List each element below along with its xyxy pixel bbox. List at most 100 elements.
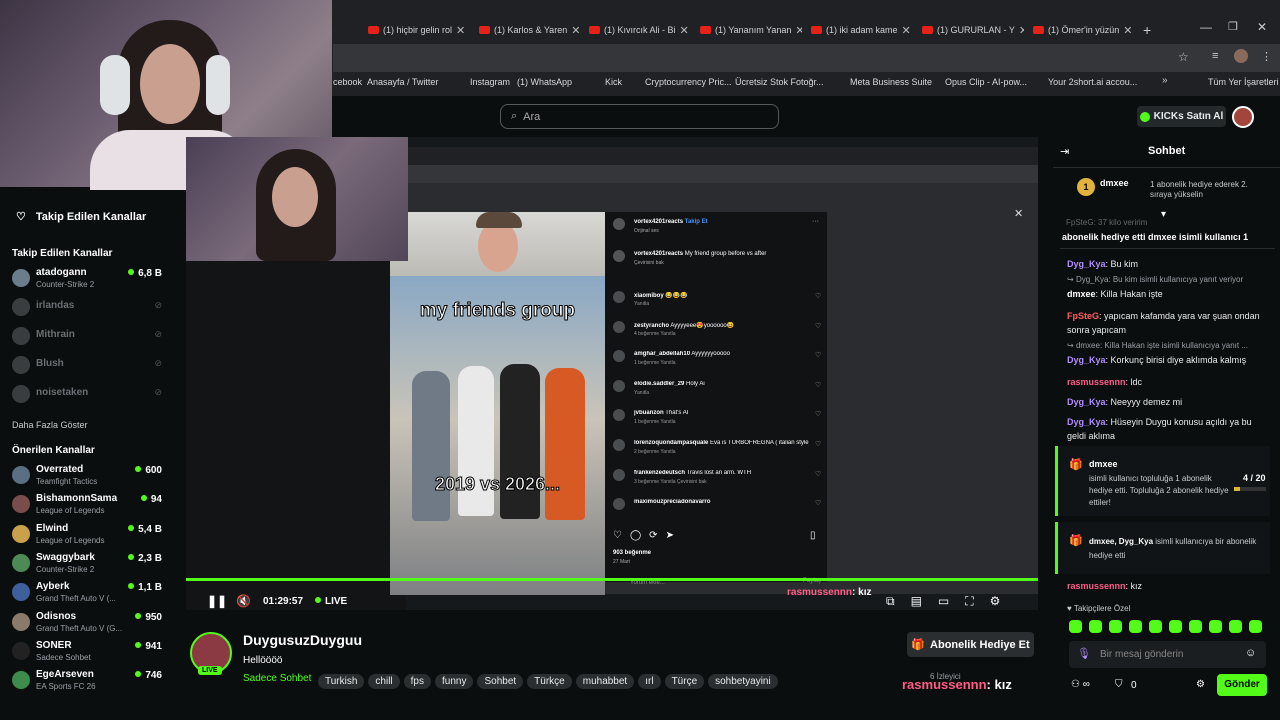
recommended-channel[interactable]: Ayberk Grand Theft Auto V (... 1,1 B xyxy=(12,581,162,609)
send-button[interactable]: Gönder xyxy=(1217,674,1267,696)
browser-tab[interactable]: (1) Ömer'in yüzün ✕ xyxy=(1027,18,1135,42)
stream-tag[interactable]: Sohbet xyxy=(477,674,524,689)
stream-tag[interactable]: ırl xyxy=(638,674,661,689)
mic-icon[interactable]: 🎙 xyxy=(1077,647,1091,660)
recommended-channel[interactable]: Odisnos Grand Theft Auto V (G... 950 xyxy=(12,611,162,639)
collapse-chat-icon[interactable]: ⇥ xyxy=(1060,145,1069,158)
chat-username[interactable]: FpSteG xyxy=(1067,311,1099,321)
browser-tab[interactable]: (1) Yananım Yanan ✕ xyxy=(694,18,802,42)
emote-icon[interactable] xyxy=(1129,620,1142,633)
close-tab-icon[interactable]: ✕ xyxy=(680,24,689,37)
gift-event-user[interactable]: dmxee xyxy=(1089,459,1118,469)
close-window-icon[interactable]: ✕ xyxy=(1257,20,1267,34)
comment-user[interactable]: zestyrancho xyxy=(634,323,669,329)
comment-user[interactable]: xiaomiboy xyxy=(634,293,664,299)
streamer-name[interactable]: DuygusuzDuyguu xyxy=(243,632,362,648)
emote-icon[interactable] xyxy=(1169,620,1182,633)
close-tab-icon[interactable]: ✕ xyxy=(1123,24,1132,37)
nav-followed-channels[interactable]: ♡ Takip Edilen Kanallar xyxy=(16,210,146,224)
chat-username[interactable]: dmxee xyxy=(1067,289,1096,299)
show-more-link[interactable]: Daha Fazla Göster xyxy=(12,420,88,430)
gift-sub-button[interactable]: 🎁 Abonelik Hediye Et xyxy=(907,632,1034,657)
recommended-channel[interactable]: BishamonnSama League of Legends 94 xyxy=(12,493,162,521)
sidebar-channel[interactable]: noisetaken ⊘ xyxy=(12,383,162,411)
recommended-channel[interactable]: SONER Sadece Sohbet 941 xyxy=(12,640,162,668)
new-tab-icon[interactable]: + xyxy=(1143,22,1151,38)
sidebar-channel[interactable]: atadogann Counter-Strike 2 6,8 B xyxy=(12,267,162,295)
emote-icon[interactable] xyxy=(1069,620,1082,633)
emote-icon[interactable] xyxy=(1209,620,1222,633)
emote-icon[interactable] xyxy=(1089,620,1102,633)
stream-tag[interactable]: Türkçe xyxy=(527,674,572,689)
user-avatar[interactable] xyxy=(1232,106,1254,128)
fullscreen-icon[interactable]: ⛶ xyxy=(965,594,973,609)
comment-like-icon[interactable]: ♡ xyxy=(815,499,821,507)
reel-video[interactable]: my friends group 2019 vs 2026... xyxy=(390,212,605,595)
emoji-icon[interactable]: ☺ xyxy=(1245,647,1256,659)
chat-identity-icon[interactable]: ⚇ ∞ xyxy=(1071,679,1090,690)
search-input[interactable]: ⌕ Ara xyxy=(500,104,779,129)
bookmark-item[interactable]: (1) WhatsApp xyxy=(517,77,572,87)
comment-user[interactable]: maximouzpreciadonavarro xyxy=(634,499,710,505)
recommended-channel[interactable]: Swaggybark Counter-Strike 2 2,3 B xyxy=(12,552,162,580)
bookmark-item[interactable]: Tüm Yer İşaretleri xyxy=(1208,77,1279,87)
browser-tab[interactable]: (1) iki adam kame ✕ xyxy=(805,18,913,42)
emote-icon[interactable] xyxy=(1189,620,1202,633)
bookmark-item[interactable]: Meta Business Suite xyxy=(850,77,932,87)
theater-icon[interactable]: ▭ xyxy=(938,594,949,609)
stream-tag[interactable]: sohbetyayini xyxy=(708,674,778,689)
emote-icon[interactable] xyxy=(1109,620,1122,633)
recommended-channel[interactable]: Overrated Teamfight Tactics 600 xyxy=(12,464,162,492)
comment-user[interactable]: amghar_abdellah10 xyxy=(634,351,690,357)
browser-tab[interactable]: (1) Kıvırcık Ali - Bi ✕ xyxy=(583,18,691,42)
bookmark-item[interactable]: cebook xyxy=(333,77,362,87)
browser-tab[interactable]: (1) Karlos & Yaren ✕ xyxy=(473,18,581,42)
more-options-icon[interactable]: ··· xyxy=(812,218,819,225)
close-tab-icon[interactable]: ✕ xyxy=(1019,24,1024,37)
minimize-icon[interactable]: — xyxy=(1200,20,1212,34)
stream-tag[interactable]: fps xyxy=(403,674,431,689)
bookmark-item[interactable]: Your 2short.ai accou... xyxy=(1048,77,1137,87)
browser-tab[interactable]: (1) GURURLAN - Y ✕ xyxy=(916,18,1024,42)
comment-like-icon[interactable]: ♡ xyxy=(815,292,821,300)
bookmark-item[interactable]: Kick xyxy=(605,77,622,87)
mute-icon[interactable]: 🔇 xyxy=(236,594,251,608)
close-tab-icon[interactable]: ✕ xyxy=(902,24,911,37)
stream-tag[interactable]: muhabbet xyxy=(575,674,635,689)
media-icon[interactable]: ≡ xyxy=(1212,50,1218,62)
address-bar[interactable] xyxy=(333,44,1280,72)
bookmark-item[interactable]: Ücretsiz Stok Fotoğr... xyxy=(735,77,824,87)
follow-link[interactable]: Takip Et xyxy=(685,219,708,225)
stream-tag[interactable]: Turkish xyxy=(318,674,365,689)
comment-like-icon[interactable]: ♡ xyxy=(815,322,821,330)
comment-user[interactable]: jvbuanzon xyxy=(634,410,664,416)
more-bookmarks-icon[interactable]: » xyxy=(1162,75,1168,86)
star-icon[interactable]: ☆ xyxy=(1178,50,1189,64)
comment-like-icon[interactable]: ♡ xyxy=(815,410,821,418)
chat-username[interactable]: Dyg_Kya xyxy=(1067,417,1106,427)
bookmark-item[interactable]: Opus Clip - AI-pow... xyxy=(945,77,1027,87)
comment-like-icon[interactable]: ♡ xyxy=(815,440,821,448)
sidebar-channel[interactable]: Mithrain ⊘ xyxy=(12,325,162,353)
recommended-channel[interactable]: Elwind League of Legends 5,4 B xyxy=(12,523,162,551)
comment-like-icon[interactable]: ♡ xyxy=(815,351,821,359)
live-progress-bar[interactable] xyxy=(186,578,1038,581)
stream-tag[interactable]: chill xyxy=(368,674,400,689)
comment-icon[interactable]: ◯ xyxy=(630,530,641,541)
save-icon[interactable]: ▯ xyxy=(810,530,816,541)
bookmark-item[interactable]: Anasayfa / Twitter xyxy=(367,77,438,87)
stream-tag[interactable]: funny xyxy=(435,674,474,689)
repost-icon[interactable]: ⟳ xyxy=(649,530,657,541)
share-icon[interactable]: ➤ xyxy=(666,530,674,541)
browser-tab[interactable]: (1) hiçbir gelin rol ✕ xyxy=(362,18,470,42)
close-tab-icon[interactable]: ✕ xyxy=(456,24,465,37)
comment-like-icon[interactable]: ♡ xyxy=(815,381,821,389)
close-tab-icon[interactable]: ✕ xyxy=(795,24,802,37)
stream-category[interactable]: Sadece Sohbet xyxy=(243,673,311,684)
restore-icon[interactable]: ❐ xyxy=(1228,20,1238,33)
leaderboard-user[interactable]: dmxee xyxy=(1100,178,1129,188)
poster-name[interactable]: vortex4201reacts Takip Et xyxy=(634,219,708,225)
profile-avatar[interactable] xyxy=(1234,49,1248,63)
comment-user[interactable]: lorenzoquondampasquale xyxy=(634,440,708,446)
settings-icon[interactable]: ⚙ xyxy=(990,594,1001,609)
